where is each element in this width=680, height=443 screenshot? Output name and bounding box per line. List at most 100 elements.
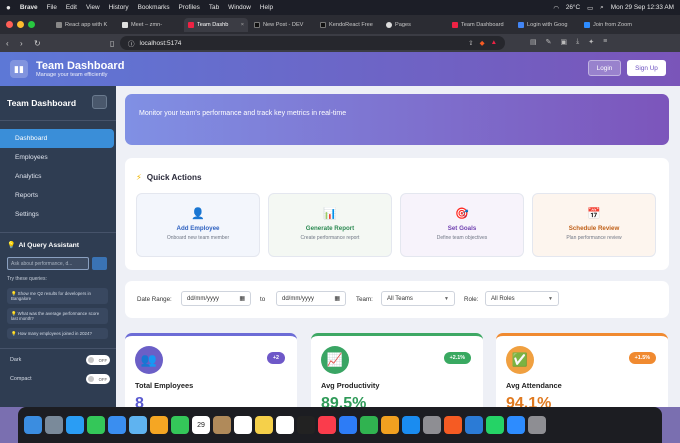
search-icon[interactable]: ⌕ — [600, 4, 604, 12]
sidebar-icon[interactable]: ▤ — [530, 38, 537, 46]
share-icon[interactable]: ⇪ — [468, 39, 473, 47]
dark-mode-toggle[interactable]: OFF — [86, 355, 110, 365]
menu-icon[interactable]: ≡ — [603, 38, 607, 46]
menu-bookmarks[interactable]: Bookmarks — [138, 4, 170, 11]
browser-tab[interactable]: Meet – zmn- — [118, 18, 182, 32]
compact-mode-toggle[interactable]: OFF — [86, 374, 110, 384]
calendar-icon[interactable]: ▦ — [239, 295, 245, 302]
reload-icon[interactable]: ↻ — [34, 39, 45, 48]
minimize-window-icon[interactable] — [17, 21, 24, 28]
login-button[interactable]: Login — [588, 60, 621, 76]
stat-title: Avg Productivity — [321, 381, 380, 390]
back-icon[interactable]: ‹ — [6, 39, 17, 48]
vscode-icon[interactable] — [465, 416, 483, 434]
nav-item-dashboard[interactable]: Dashboard — [0, 129, 114, 148]
menu-history[interactable]: History — [109, 4, 129, 11]
weather-text[interactable]: 26°C — [566, 4, 580, 11]
calendar-icon[interactable]: 29 — [192, 416, 210, 434]
pages-icon[interactable] — [381, 416, 399, 434]
download-icon[interactable]: ⤓ — [576, 38, 579, 46]
menu-window[interactable]: Window — [228, 4, 251, 11]
browser-tab[interactable]: Team Dashboard — [448, 18, 512, 32]
zoom-window-icon[interactable] — [28, 21, 35, 28]
menu-file[interactable]: File — [47, 4, 57, 11]
date-from-input[interactable]: dd/mm/yyyy ▦ — [181, 291, 251, 306]
numbers-icon[interactable] — [360, 416, 378, 434]
trash-icon[interactable] — [528, 416, 546, 434]
set-goals-card[interactable]: 🎯 Set Goals Define team objectives — [400, 193, 524, 257]
suggested-query[interactable]: 💡 What was the average performance score… — [7, 308, 108, 324]
battery-icon[interactable]: ▭ — [587, 4, 593, 12]
menu-profiles[interactable]: Profiles — [179, 4, 200, 11]
menu-help[interactable]: Help — [260, 4, 273, 11]
finder-icon[interactable] — [24, 416, 42, 434]
keynote-icon[interactable] — [339, 416, 357, 434]
add-employee-card[interactable]: 👤 Add Employee Onboard new team member — [136, 193, 260, 257]
nav-item-settings[interactable]: Settings — [0, 205, 116, 224]
whatsapp-icon[interactable] — [486, 416, 504, 434]
team-select[interactable]: All Teams ▼ — [381, 291, 455, 306]
address-bar[interactable]: ⓘ localhost:5174 ⇪ ◆ ▲ — [120, 36, 505, 50]
maps-icon[interactable] — [129, 416, 147, 434]
browser-tab[interactable]: React app with K — [52, 18, 116, 32]
browser-tab[interactable]: Join from Zoom — [580, 18, 644, 32]
menu-view[interactable]: View — [86, 4, 100, 11]
nav-item-employees[interactable]: Employees — [0, 148, 116, 167]
brave-rewards-icon[interactable]: ▲ — [491, 39, 497, 47]
date-to-input[interactable]: dd/mm/yyyy ▦ — [276, 291, 346, 306]
site-info-icon[interactable]: ⓘ — [128, 38, 135, 48]
tv-icon[interactable] — [297, 416, 315, 434]
schedule-review-card[interactable]: 📅 Schedule Review Plan performance revie… — [532, 193, 656, 257]
contacts-icon[interactable] — [213, 416, 231, 434]
clock-text[interactable]: Mon 29 Sep 12:33 AM — [611, 4, 674, 11]
action-title: Set Goals — [447, 225, 477, 232]
signup-button[interactable]: Sign Up — [627, 60, 666, 76]
extensions-icon[interactable]: ✎ — [546, 38, 552, 46]
photos-icon[interactable] — [150, 416, 168, 434]
browser-tab[interactable]: Pages — [382, 18, 446, 32]
tab-favicon-icon — [122, 21, 128, 28]
menu-edit[interactable]: Edit — [66, 4, 77, 11]
facetime-icon[interactable] — [171, 416, 189, 434]
close-tab-icon[interactable]: × — [241, 22, 244, 28]
settings-icon[interactable] — [423, 416, 441, 434]
role-select[interactable]: All Roles ▼ — [485, 291, 559, 306]
freeform-icon[interactable] — [276, 416, 294, 434]
launchpad-icon[interactable] — [45, 416, 63, 434]
hero-banner: Monitor your team's performance and trac… — [125, 94, 669, 145]
browser-tab-active[interactable]: Team Dashb × — [184, 17, 248, 32]
browser-tab[interactable]: New Post - DEV — [250, 18, 314, 32]
sidebar-toggle-button[interactable] — [92, 95, 107, 109]
appstore-icon[interactable] — [402, 416, 420, 434]
notes-icon[interactable] — [255, 416, 273, 434]
suggested-query[interactable]: 💡 How many employees joined in 2024? — [7, 328, 108, 339]
ai-query-submit-button[interactable] — [92, 257, 107, 270]
mail-icon[interactable] — [108, 416, 126, 434]
close-window-icon[interactable] — [6, 21, 13, 28]
nav-item-analytics[interactable]: Analytics — [0, 167, 116, 186]
ai-query-input[interactable]: Ask about performance, d... — [7, 257, 89, 270]
zoom-icon[interactable] — [507, 416, 525, 434]
brave-icon[interactable] — [444, 416, 462, 434]
calendar-icon[interactable]: ▦ — [334, 295, 340, 302]
messages-icon[interactable] — [87, 416, 105, 434]
browser-tab[interactable]: Login with Goog — [514, 18, 578, 32]
browser-tab[interactable]: KendoReact Free — [316, 18, 380, 32]
suggested-query[interactable]: 💡 Show me Q2 results for developers in B… — [7, 288, 108, 304]
wifi-icon[interactable]: ◠ — [553, 4, 559, 12]
apple-icon[interactable]: ● — [6, 3, 11, 12]
leo-icon[interactable]: ✦ — [588, 38, 594, 46]
stat-card-avg-productivity: 📈 +2.1% Avg Productivity 89.5% — [311, 333, 483, 407]
forward-icon[interactable]: › — [20, 39, 31, 48]
menu-tab[interactable]: Tab — [209, 4, 219, 11]
tab-favicon-icon — [254, 21, 260, 28]
reminders-icon[interactable] — [234, 416, 252, 434]
brave-shields-icon[interactable]: ◆ — [480, 39, 485, 47]
music-icon[interactable] — [318, 416, 336, 434]
menu-brave[interactable]: Brave — [20, 4, 38, 11]
wallet-icon[interactable]: ▣ — [561, 38, 568, 46]
safari-icon[interactable] — [66, 416, 84, 434]
tab-label: React app with K — [65, 21, 108, 28]
generate-report-card[interactable]: 📊 Generate Report Create performance rep… — [268, 193, 392, 257]
nav-item-reports[interactable]: Reports — [0, 186, 116, 205]
